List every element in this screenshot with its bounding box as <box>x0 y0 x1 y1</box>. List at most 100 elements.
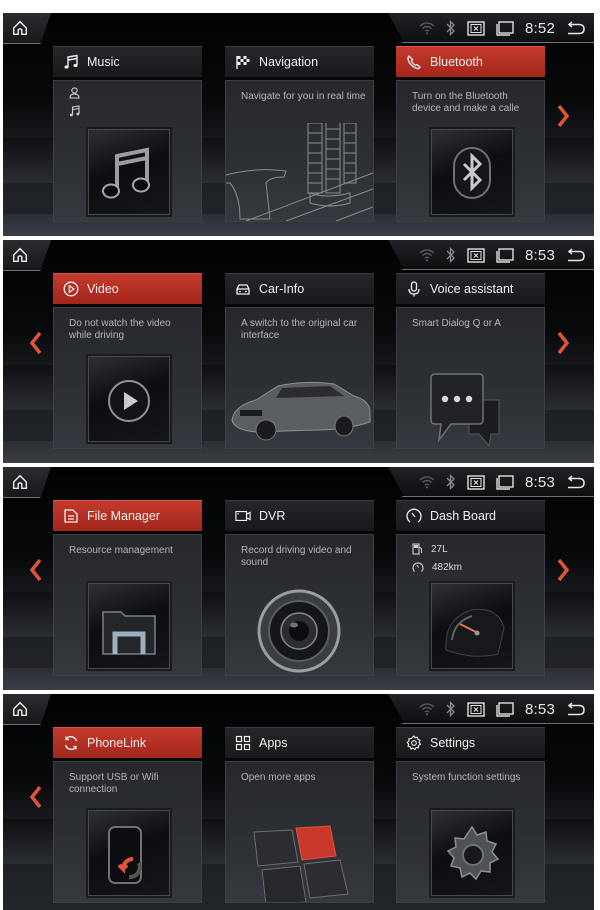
card-title: PhoneLink <box>87 736 147 750</box>
fuel-value: 27L <box>431 543 448 555</box>
next-page-chevron-icon[interactable] <box>555 557 571 583</box>
card-body: Record driving video and sound <box>225 534 374 676</box>
screen-off-icon[interactable] <box>467 474 485 490</box>
card-header[interactable]: Apps <box>225 727 374 758</box>
card-description: Navigate for you in real time <box>241 91 366 102</box>
back-icon[interactable] <box>566 702 586 716</box>
multitask-icon[interactable] <box>496 701 514 717</box>
screen-off-icon[interactable] <box>467 701 485 717</box>
music-note-icon <box>64 54 78 69</box>
next-page-chevron-icon[interactable] <box>555 103 571 129</box>
card-settings[interactable]: Settings System function settings <box>396 727 545 903</box>
previous-page-chevron-icon[interactable] <box>28 557 44 583</box>
screen-off-icon[interactable] <box>467 20 485 36</box>
back-icon[interactable] <box>566 475 586 489</box>
card-video[interactable]: Video Do not watch the video while drivi… <box>53 273 202 449</box>
card-description: Record driving video and sound <box>241 545 352 568</box>
card-title: Car-Info <box>259 282 305 296</box>
card-header[interactable]: File Manager <box>53 500 202 531</box>
status-bar: 8:53 <box>388 694 594 724</box>
previous-page-chevron-icon[interactable] <box>28 330 44 356</box>
back-icon[interactable] <box>566 248 586 262</box>
status-bar-divider <box>402 723 594 724</box>
wifi-icon <box>419 476 435 489</box>
card-header[interactable]: Navigation <box>225 46 374 77</box>
fuel-row: 27L <box>412 543 448 555</box>
card-title: Video <box>87 282 119 296</box>
card-description: Smart Dialog Q or A <box>412 318 501 329</box>
music-art <box>88 129 170 215</box>
screen-2: 8:53 Video Do not watch the video while … <box>3 240 594 463</box>
card-title: Voice assistant <box>430 282 514 296</box>
microphone-icon <box>408 281 420 297</box>
card-header[interactable]: Music <box>53 46 202 77</box>
card-apps[interactable]: Apps Open more apps <box>225 727 374 903</box>
home-icon <box>12 247 28 263</box>
card-navigation[interactable]: Navigation Navigate for you in real time <box>225 46 374 222</box>
wifi-icon <box>419 249 435 262</box>
gauge-icon <box>406 508 422 523</box>
wifi-icon <box>419 22 435 35</box>
wifi-icon <box>419 703 435 716</box>
multitask-icon[interactable] <box>496 247 514 263</box>
card-body: Resource management <box>53 534 202 676</box>
card-header[interactable]: PhoneLink <box>53 727 202 758</box>
card-body <box>53 80 202 222</box>
screen-4: 8:53 PhoneLink Support USB or Wifi conne… <box>3 694 594 910</box>
card-description: Do not watch the video while driving <box>69 318 171 341</box>
clock: 8:53 <box>525 473 555 491</box>
artist-row <box>69 87 88 99</box>
gear-icon <box>406 735 422 751</box>
clock: 8:52 <box>525 19 555 37</box>
card-body: System function settings <box>396 761 545 903</box>
card-voice-assistant[interactable]: Voice assistant Smart Dialog Q or A <box>396 273 545 449</box>
card-music[interactable]: Music <box>53 46 202 222</box>
multitask-icon[interactable] <box>496 474 514 490</box>
screen-off-icon[interactable] <box>467 247 485 263</box>
gear-art <box>431 810 513 896</box>
multitask-icon[interactable] <box>496 20 514 36</box>
card-body: 27L 482km <box>396 534 545 676</box>
card-bluetooth[interactable]: Bluetooth Turn on the Bluetooth device a… <box>396 46 545 222</box>
card-body: A switch to the original car interface <box>225 307 374 449</box>
home-icon <box>12 701 28 717</box>
play-circle-icon <box>63 281 79 297</box>
home-button[interactable] <box>3 694 51 725</box>
card-description: Support USB or Wifi connection <box>69 772 159 795</box>
card-dvr[interactable]: DVR Record driving video and sound <box>225 500 374 676</box>
card-header[interactable]: Video <box>53 273 202 304</box>
previous-page-chevron-icon[interactable] <box>28 784 44 810</box>
card-header[interactable]: Settings <box>396 727 545 758</box>
card-header[interactable]: DVR <box>225 500 374 531</box>
bluetooth-art <box>431 129 513 215</box>
bluetooth-icon <box>446 20 455 36</box>
home-button[interactable] <box>3 240 51 271</box>
status-bar-divider <box>402 42 594 43</box>
card-title: DVR <box>259 509 286 523</box>
next-page-chevron-icon[interactable] <box>555 330 571 356</box>
back-icon[interactable] <box>566 21 586 35</box>
home-button[interactable] <box>3 13 51 44</box>
card-title: Apps <box>259 736 288 750</box>
card-dash-board[interactable]: Dash Board 27L 482km <box>396 500 545 676</box>
card-body: Smart Dialog Q or A <box>396 307 545 449</box>
card-file-manager[interactable]: File Manager Resource management <box>53 500 202 676</box>
car-art <box>231 381 371 441</box>
card-header[interactable]: Dash Board <box>396 500 545 531</box>
phone-handset-icon <box>407 55 421 70</box>
card-header[interactable]: Car-Info <box>225 273 374 304</box>
card-phonelink[interactable]: PhoneLink Support USB or Wifi connection <box>53 727 202 903</box>
card-description: System function settings <box>412 772 521 783</box>
status-bar-divider <box>402 269 594 270</box>
fuel-icon <box>412 543 422 555</box>
card-header[interactable]: Bluetooth <box>396 46 545 77</box>
card-header[interactable]: Voice assistant <box>396 273 545 304</box>
card-car-info[interactable]: Car-Info A switch to the original car in… <box>225 273 374 449</box>
grid-icon <box>235 735 251 751</box>
card-description: Resource management <box>69 545 173 556</box>
status-bar: 8:52 <box>388 13 594 43</box>
home-icon <box>12 474 28 490</box>
card-body: Support USB or Wifi connection <box>53 761 202 903</box>
home-button[interactable] <box>3 467 51 498</box>
screen-1: 8:52 Music Navigation Navigate for you i… <box>3 13 594 236</box>
